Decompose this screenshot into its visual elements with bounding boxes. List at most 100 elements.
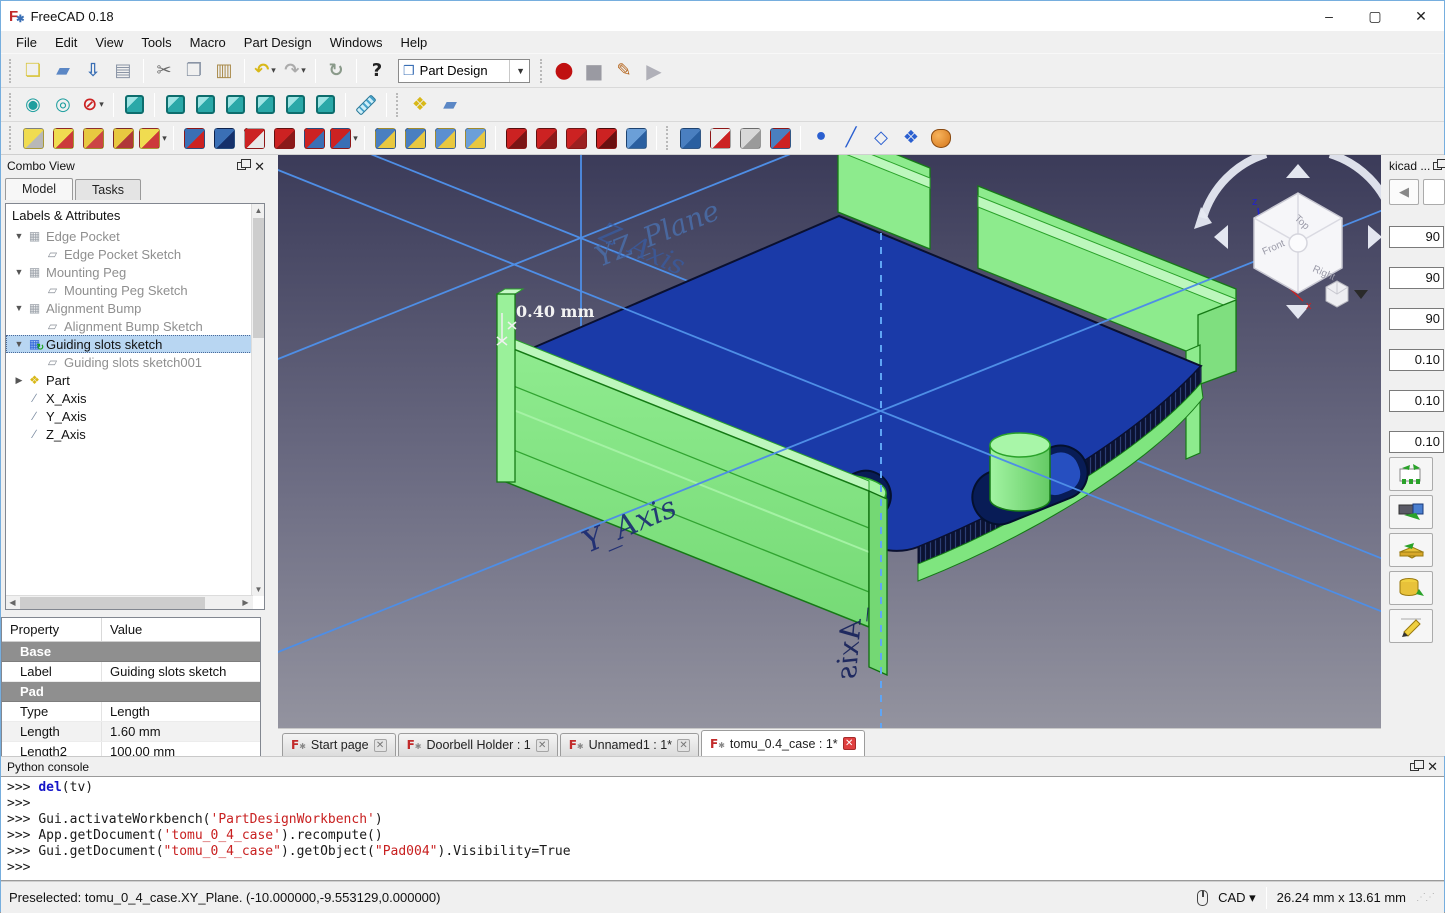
mirrored-icon[interactable] — [371, 124, 399, 152]
maximize-button[interactable]: ▢ — [1352, 1, 1398, 31]
float-panel-icon[interactable] — [1410, 763, 1419, 771]
minimize-button[interactable]: – — [1306, 1, 1352, 31]
close-tab-icon[interactable]: ✕ — [843, 737, 856, 750]
polar-pattern-icon[interactable] — [431, 124, 459, 152]
property-value[interactable]: Length — [102, 702, 260, 721]
3d-scene[interactable]: 0.40 mm YZ_Plane Z_Axis Y_Axis _Axis — [278, 155, 1381, 728]
chamfer-icon[interactable] — [532, 124, 560, 152]
import-icon[interactable] — [736, 124, 764, 152]
dropdown-arrow-icon[interactable]: ▾ — [99, 99, 104, 110]
toolbar-handle[interactable] — [396, 93, 401, 117]
macro-execute-icon[interactable]: ▶ — [640, 57, 668, 85]
toolbar-handle[interactable] — [540, 59, 545, 83]
macro-stop-icon[interactable]: ■ — [580, 57, 608, 85]
fillet-icon[interactable] — [502, 124, 530, 152]
subtractive-primitive-icon[interactable]: ▾ — [330, 124, 358, 152]
dropdown-arrow-icon[interactable]: ▾ — [301, 65, 306, 76]
kicad-value-field-0[interactable]: 90 — [1389, 226, 1444, 248]
front-view-icon[interactable] — [161, 91, 189, 119]
close-button[interactable]: ✕ — [1398, 1, 1444, 31]
wizard-icon[interactable] — [927, 124, 955, 152]
tree-item-mounting-peg[interactable]: ▼▦Mounting Peg — [6, 263, 264, 281]
document-tab-start-page[interactable]: F✱Start page✕ — [282, 733, 396, 756]
tree-item-edge-pocket-sketch[interactable]: ▱Edge Pocket Sketch — [6, 245, 264, 263]
draw-style-icon[interactable]: ⊘▾ — [79, 91, 107, 119]
tree-item-z-axis[interactable]: ∕Z_Axis — [6, 425, 264, 443]
revolution-icon[interactable] — [49, 124, 77, 152]
pad-icon[interactable] — [19, 124, 47, 152]
left-view-icon[interactable] — [311, 91, 339, 119]
close-tab-icon[interactable]: ✕ — [374, 739, 387, 752]
3d-viewport[interactable]: 0.40 mm YZ_Plane Z_Axis Y_Axis _Axis — [278, 155, 1381, 728]
undo-icon[interactable]: ↶▾ — [251, 57, 279, 85]
pocket-icon[interactable] — [180, 124, 208, 152]
datum-line-icon[interactable]: ╱ — [837, 124, 865, 152]
tree-item-mounting-peg-sketch[interactable]: ▱Mounting Peg Sketch — [6, 281, 264, 299]
scrollbar-thumb[interactable] — [20, 597, 205, 609]
datum-point-icon[interactable]: • — [807, 124, 835, 152]
tab-tasks[interactable]: Tasks — [75, 179, 141, 200]
groove-icon[interactable] — [240, 124, 268, 152]
fit-selection-icon[interactable]: ◎ — [49, 91, 77, 119]
close-tab-icon[interactable]: ✕ — [677, 739, 690, 752]
save-document-icon[interactable]: ⇩ — [79, 57, 107, 85]
refresh-icon[interactable]: ↻ — [322, 57, 350, 85]
property-value[interactable]: 1.60 mm — [102, 722, 260, 741]
top-view-icon[interactable] — [191, 91, 219, 119]
kicad-value-field-2[interactable]: 90 — [1389, 308, 1444, 330]
subtractive-loft-icon[interactable] — [270, 124, 298, 152]
toolbar-handle[interactable] — [9, 93, 14, 117]
document-tab-unnamed1-1[interactable]: F✱Unnamed1 : 1*✕ — [560, 733, 699, 756]
menu-view[interactable]: View — [86, 33, 132, 52]
open-document-icon[interactable]: ▰ — [49, 57, 77, 85]
scroll-down-icon[interactable]: ▼ — [252, 583, 265, 596]
right-view-icon[interactable] — [221, 91, 249, 119]
menu-part-design[interactable]: Part Design — [235, 33, 321, 52]
kicad-load-3d-model-button[interactable] — [1389, 495, 1433, 529]
tree-item-y-axis[interactable]: ∕Y_Axis — [6, 407, 264, 425]
draft-icon[interactable] — [562, 124, 590, 152]
x-axis-mirrored-label[interactable]: _Axis — [830, 605, 869, 681]
dropdown-arrow-icon[interactable]: ▾ — [271, 65, 276, 76]
property-row-length[interactable]: Length1.60 mm — [2, 722, 260, 742]
scroll-left-icon[interactable]: ◀ — [6, 596, 19, 609]
linear-pattern-icon[interactable] — [401, 124, 429, 152]
toolbar-handle[interactable] — [666, 126, 671, 150]
clone-icon[interactable] — [706, 124, 734, 152]
property-column-header[interactable]: Property — [2, 618, 102, 641]
scroll-right-icon[interactable]: ▶ — [239, 596, 252, 609]
menu-windows[interactable]: Windows — [321, 33, 392, 52]
expander-open-icon[interactable]: ▼ — [12, 231, 26, 241]
kicad-value-field-5[interactable]: 0.10 — [1389, 431, 1444, 453]
axonometric-view-icon[interactable] — [120, 91, 148, 119]
hole-icon[interactable] — [210, 124, 238, 152]
kicad-value-field-3[interactable]: 0.10 — [1389, 349, 1444, 371]
document-tab-tomu-0-4-case-1[interactable]: F✱tomu_0.4_case : 1*✕ — [701, 730, 865, 756]
workbench-selector[interactable]: ❒Part Design▼ — [398, 59, 530, 83]
close-tab-icon[interactable]: ✕ — [536, 739, 549, 752]
rear-view-icon[interactable] — [251, 91, 279, 119]
copy-icon[interactable]: ❐ — [180, 57, 208, 85]
menu-tools[interactable]: Tools — [132, 33, 180, 52]
expander-open-icon[interactable]: ▼ — [12, 267, 26, 277]
kicad-back-button[interactable]: ◀ — [1389, 179, 1419, 205]
shape-binder-icon[interactable] — [676, 124, 704, 152]
python-console-output[interactable]: >>> del(tv)>>>>>> Gui.activateWorkbench(… — [1, 776, 1444, 881]
tree-item-x-axis[interactable]: ∕X_Axis — [6, 389, 264, 407]
whats-this-icon[interactable]: ? — [363, 57, 391, 85]
kicad-value-field-4[interactable]: 0.10 — [1389, 390, 1444, 412]
datum-plane-icon[interactable]: ◇ — [867, 124, 895, 152]
float-panel-icon[interactable] — [237, 162, 246, 170]
additive-primitive-icon[interactable]: ▾ — [139, 124, 167, 152]
menu-edit[interactable]: Edit — [46, 33, 86, 52]
macro-edit-icon[interactable]: ✎ — [610, 57, 638, 85]
multi-transform-icon[interactable] — [461, 124, 489, 152]
value-column-header[interactable]: Value — [102, 618, 260, 641]
expander-closed-icon[interactable]: ▶ — [12, 375, 26, 386]
new-document-icon[interactable]: ❏ — [19, 57, 47, 85]
close-panel-icon[interactable]: ✕ — [1427, 760, 1438, 773]
close-panel-icon[interactable]: ✕ — [254, 160, 265, 173]
tree-item-part[interactable]: ▶❖Part — [6, 371, 264, 389]
expander-open-icon[interactable]: ▼ — [12, 303, 26, 313]
tree-item-guiding-slots-sketch[interactable]: ▼▦↻Guiding slots sketch — [6, 335, 264, 353]
